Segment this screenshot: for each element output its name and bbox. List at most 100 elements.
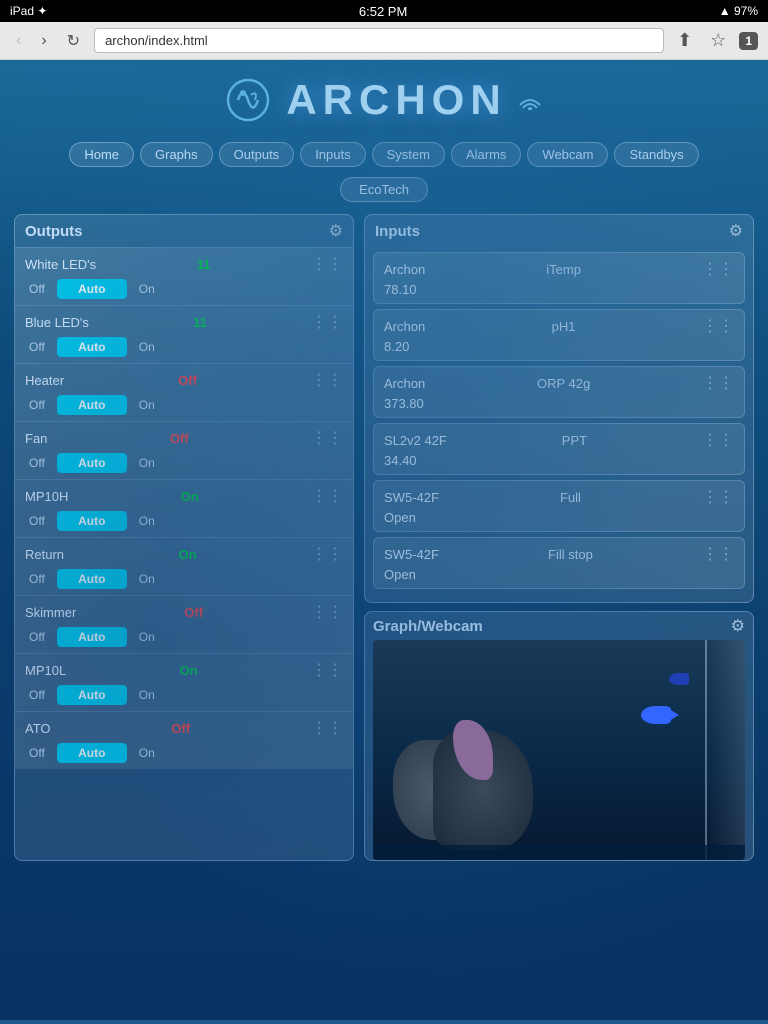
webcam-image xyxy=(373,640,745,860)
slider-icon[interactable]: ⋮⋮ xyxy=(311,718,343,738)
input-name: iTemp xyxy=(546,262,581,277)
output-on-button[interactable]: On xyxy=(135,338,159,356)
graph-gear-icon[interactable]: ⚙ xyxy=(731,616,745,636)
nav-system[interactable]: System xyxy=(372,142,445,167)
input-slider-icon[interactable]: ⋮⋮ xyxy=(702,430,734,450)
input-slider-icon[interactable]: ⋮⋮ xyxy=(702,487,734,507)
status-bar: iPad ✦ 6:52 PM ▲ 97% xyxy=(0,0,768,22)
input-slider-icon[interactable]: ⋮⋮ xyxy=(702,316,734,336)
nav-home[interactable]: Home xyxy=(69,142,134,167)
output-on-button[interactable]: On xyxy=(135,512,159,530)
address-bar[interactable] xyxy=(94,28,664,53)
output-on-button[interactable]: On xyxy=(135,744,159,762)
input-value: Open xyxy=(384,567,734,582)
output-off-button[interactable]: Off xyxy=(25,686,49,704)
output-status: 11 xyxy=(197,257,211,272)
reload-button[interactable]: ↻ xyxy=(61,29,86,53)
input-name: PPT xyxy=(562,433,587,448)
input-item: SW5-42F Full ⋮⋮ Open xyxy=(373,480,745,532)
input-value: 34.40 xyxy=(384,453,734,468)
output-on-button[interactable]: On xyxy=(135,686,159,704)
output-on-button[interactable]: On xyxy=(135,454,159,472)
output-off-button[interactable]: Off xyxy=(25,570,49,588)
output-off-button[interactable]: Off xyxy=(25,512,49,530)
input-item: SL2v2 42F PPT ⋮⋮ 34.40 xyxy=(373,423,745,475)
tab-count[interactable]: 1 xyxy=(739,32,758,50)
output-auto-button[interactable]: Auto xyxy=(57,511,127,531)
panels-row: Outputs ⚙ White LED's 11 ⋮⋮ Off Auto On … xyxy=(0,206,768,869)
output-auto-button[interactable]: Auto xyxy=(57,279,127,299)
slider-icon[interactable]: ⋮⋮ xyxy=(311,370,343,390)
output-name: Return xyxy=(25,547,64,562)
small-fish xyxy=(669,673,689,685)
output-status: Off xyxy=(178,373,197,388)
output-auto-button[interactable]: Auto xyxy=(57,337,127,357)
input-item-header: SW5-42F Full ⋮⋮ xyxy=(384,487,734,507)
input-item: Archon ORP 42g ⋮⋮ 373.80 xyxy=(373,366,745,418)
output-item-header: Skimmer Off ⋮⋮ xyxy=(25,602,343,622)
graph-title: Graph/Webcam xyxy=(373,618,483,635)
output-auto-button[interactable]: Auto xyxy=(57,453,127,473)
slider-icon[interactable]: ⋮⋮ xyxy=(311,312,343,332)
outputs-gear-icon[interactable]: ⚙ xyxy=(329,221,343,241)
output-status: Off xyxy=(171,721,190,736)
input-item: Archon pH1 ⋮⋮ 8.20 xyxy=(373,309,745,361)
output-off-button[interactable]: Off xyxy=(25,628,49,646)
ecotech-row: EcoTech xyxy=(0,177,768,202)
nav-alarms[interactable]: Alarms xyxy=(451,142,521,167)
output-off-button[interactable]: Off xyxy=(25,338,49,356)
slider-icon[interactable]: ⋮⋮ xyxy=(311,602,343,622)
slider-icon[interactable]: ⋮⋮ xyxy=(311,660,343,680)
forward-button[interactable]: › xyxy=(35,30,52,52)
share-button[interactable]: ⬆ xyxy=(672,28,697,53)
output-status: 11 xyxy=(193,315,207,330)
output-auto-button[interactable]: Auto xyxy=(57,685,127,705)
slider-icon[interactable]: ⋮⋮ xyxy=(311,428,343,448)
output-name: Blue LED's xyxy=(25,315,89,330)
slider-icon[interactable]: ⋮⋮ xyxy=(311,486,343,506)
output-on-button[interactable]: On xyxy=(135,570,159,588)
output-item: ATO Off ⋮⋮ Off Auto On xyxy=(15,711,353,769)
ipad-label: iPad ✦ xyxy=(10,4,47,18)
input-slider-icon[interactable]: ⋮⋮ xyxy=(702,544,734,564)
output-auto-button[interactable]: Auto xyxy=(57,627,127,647)
input-item: Archon iTemp ⋮⋮ 78.10 xyxy=(373,252,745,304)
nav-webcam[interactable]: Webcam xyxy=(527,142,608,167)
output-on-button[interactable]: On xyxy=(135,396,159,414)
nav-standbys[interactable]: Standbys xyxy=(614,142,698,167)
input-slider-icon[interactable]: ⋮⋮ xyxy=(702,259,734,279)
output-item: MP10L On ⋮⋮ Off Auto On xyxy=(15,653,353,711)
output-on-button[interactable]: On xyxy=(135,280,159,298)
fish xyxy=(641,706,671,724)
output-auto-button[interactable]: Auto xyxy=(57,569,127,589)
input-value: 78.10 xyxy=(384,282,734,297)
output-item-header: Fan Off ⋮⋮ xyxy=(25,428,343,448)
output-off-button[interactable]: Off xyxy=(25,454,49,472)
nav-inputs[interactable]: Inputs xyxy=(300,142,365,167)
input-item-header: Archon pH1 ⋮⋮ xyxy=(384,316,734,336)
input-slider-icon[interactable]: ⋮⋮ xyxy=(702,373,734,393)
nav-outputs[interactable]: Outputs xyxy=(219,142,295,167)
inputs-gear-icon[interactable]: ⚙ xyxy=(729,221,743,241)
output-off-button[interactable]: Off xyxy=(25,280,49,298)
output-auto-button[interactable]: Auto xyxy=(57,395,127,415)
output-off-button[interactable]: Off xyxy=(25,396,49,414)
nav-ecotech[interactable]: EcoTech xyxy=(340,177,428,202)
browser-chrome: ‹ › ↻ ⬆ ☆ 1 xyxy=(0,22,768,60)
output-item: Skimmer Off ⋮⋮ Off Auto On xyxy=(15,595,353,653)
output-item-header: White LED's 11 ⋮⋮ xyxy=(25,254,343,274)
output-controls: Off Auto On xyxy=(25,395,343,415)
input-source: Archon xyxy=(384,319,425,334)
output-item-header: MP10L On ⋮⋮ xyxy=(25,660,343,680)
output-on-button[interactable]: On xyxy=(135,628,159,646)
back-button[interactable]: ‹ xyxy=(10,30,27,52)
outputs-header: Outputs ⚙ xyxy=(15,215,353,247)
inputs-panel: Inputs ⚙ Archon iTemp ⋮⋮ 78.10 Archon pH… xyxy=(364,214,754,603)
nav-graphs[interactable]: Graphs xyxy=(140,142,213,167)
bookmark-button[interactable]: ☆ xyxy=(705,28,731,53)
output-off-button[interactable]: Off xyxy=(25,744,49,762)
output-item-header: Heater Off ⋮⋮ xyxy=(25,370,343,390)
slider-icon[interactable]: ⋮⋮ xyxy=(311,254,343,274)
slider-icon[interactable]: ⋮⋮ xyxy=(311,544,343,564)
output-auto-button[interactable]: Auto xyxy=(57,743,127,763)
